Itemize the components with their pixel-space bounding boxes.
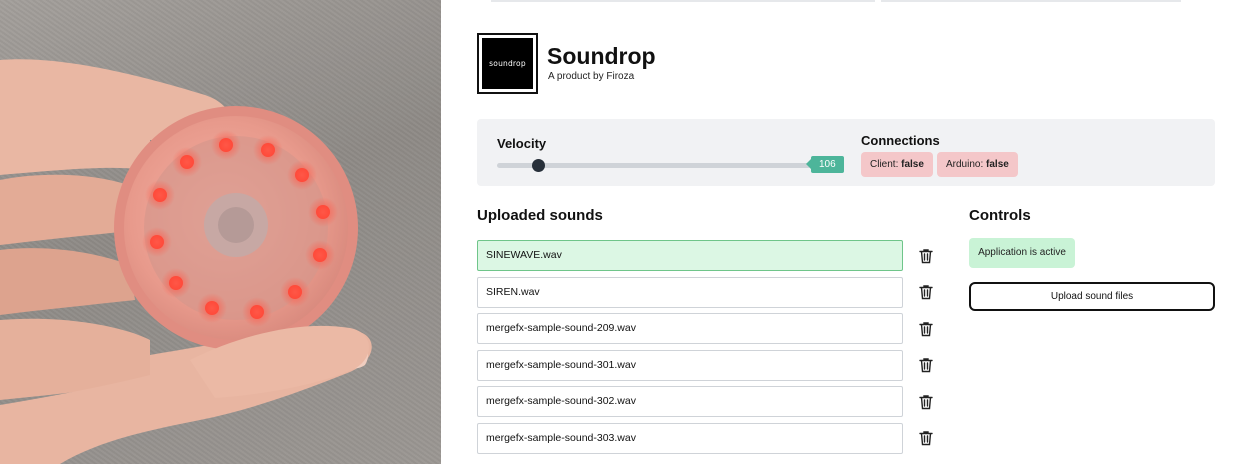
logo-wordmark: soundrop <box>489 59 526 68</box>
sound-item-label: mergefx-sample-sound-209.wav <box>486 322 636 334</box>
client-connection-chip: Client: false <box>861 152 933 177</box>
application-status-badge: Application is active <box>969 238 1075 268</box>
sound-item[interactable]: SIREN.wav <box>477 277 903 308</box>
soundrop-app: soundrop Soundrop A product by Firoza Ve… <box>441 0 1250 464</box>
sound-item-label: SIREN.wav <box>486 286 540 298</box>
velocity-value-badge: 106 <box>806 156 844 173</box>
velocity-slider-thumb[interactable] <box>532 159 545 172</box>
trash-icon[interactable] <box>919 321 933 337</box>
arduino-connection-chip: Arduino: false <box>937 152 1018 177</box>
top-divider-left <box>491 0 875 2</box>
sound-item[interactable]: SINEWAVE.wav <box>477 240 903 271</box>
sound-item[interactable]: mergefx-sample-sound-209.wav <box>477 313 903 344</box>
sound-item-label: mergefx-sample-sound-302.wav <box>486 395 636 407</box>
sound-item-label: SINEWAVE.wav <box>486 249 562 261</box>
trash-icon[interactable] <box>919 357 933 373</box>
arduino-chip-value: false <box>986 159 1009 170</box>
uploaded-sounds-heading: Uploaded sounds <box>477 207 603 224</box>
sound-item-label: mergefx-sample-sound-303.wav <box>486 432 636 444</box>
top-divider-right <box>881 0 1181 2</box>
sound-item[interactable]: mergefx-sample-sound-303.wav <box>477 423 903 454</box>
sound-item[interactable]: mergefx-sample-sound-302.wav <box>477 386 903 417</box>
status-panel: Velocity 106 Connections Client: false A… <box>477 119 1215 186</box>
app-subtitle: A product by Firoza <box>548 71 635 82</box>
controls-heading: Controls <box>969 207 1031 224</box>
connections-label: Connections <box>861 133 940 148</box>
device-photo-illustration <box>0 59 372 464</box>
sound-item[interactable]: mergefx-sample-sound-301.wav <box>477 350 903 381</box>
app-title: Soundrop <box>547 43 656 69</box>
soundrop-logo: soundrop <box>477 33 538 94</box>
client-chip-value: false <box>901 159 924 170</box>
trash-icon[interactable] <box>919 248 933 264</box>
client-chip-name: Client: <box>870 159 899 170</box>
velocity-label: Velocity <box>497 136 547 151</box>
trash-icon[interactable] <box>919 394 933 410</box>
sound-item-label: mergefx-sample-sound-301.wav <box>486 359 636 371</box>
arduino-chip-name: Arduino: <box>946 159 984 170</box>
device-photo <box>0 0 441 464</box>
trash-icon[interactable] <box>919 284 933 300</box>
trash-icon[interactable] <box>919 430 933 446</box>
velocity-slider[interactable] <box>497 159 811 172</box>
upload-sound-files-button[interactable]: Upload sound files <box>969 282 1215 311</box>
